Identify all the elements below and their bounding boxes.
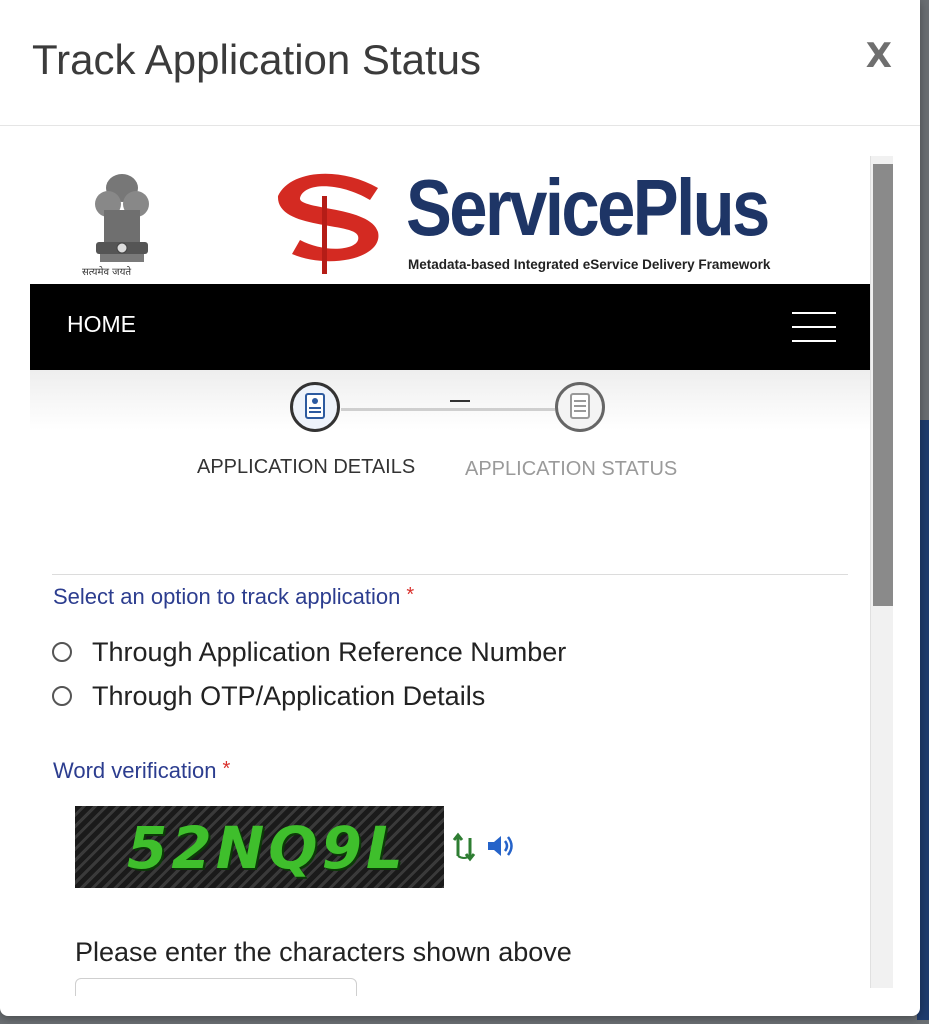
scrollbar-thumb[interactable]: [873, 164, 893, 606]
stepper-dash: [450, 400, 470, 402]
tracking-form: [52, 574, 848, 575]
step-label-application-status: APPLICATION STATUS: [465, 458, 678, 480]
radio-label: Through OTP/Application Details: [92, 680, 486, 711]
captcha-instruction: Please enter the characters shown above: [75, 937, 572, 967]
serviceplus-logo-icon: [277, 173, 379, 274]
site-banner: सत्यमेव जयते ServicePlus Metadata-based …: [30, 156, 870, 284]
radio-button[interactable]: [52, 686, 72, 706]
audio-captcha-icon[interactable]: [486, 832, 516, 860]
scrollbar-track[interactable]: [870, 156, 893, 988]
radio-otp-details[interactable]: Through OTP/Application Details: [52, 680, 485, 712]
main-navbar: HOME: [30, 284, 870, 370]
track-status-modal: Track Application Status X सत्यमेव जयते …: [0, 0, 920, 1016]
radio-reference-number[interactable]: Through Application Reference Number: [52, 636, 566, 668]
national-emblem-icon: [95, 174, 149, 262]
required-marker: *: [222, 758, 231, 780]
brand-name: ServicePlus: [406, 163, 770, 252]
nav-home-link[interactable]: HOME: [67, 311, 136, 338]
emblem-caption: सत्यमेव जयते: [82, 267, 132, 278]
brand-tagline: Metadata-based Integrated eService Deliv…: [408, 257, 771, 272]
captcha-input[interactable]: [75, 978, 357, 996]
required-marker: *: [406, 584, 415, 606]
embedded-page: सत्यमेव जयते ServicePlus Metadata-based …: [30, 156, 870, 996]
close-button[interactable]: X: [866, 36, 892, 76]
stepper-connector: [341, 408, 555, 411]
captcha-text: 52NQ9L: [127, 814, 407, 882]
step-label-application-details: APPLICATION DETAILS: [197, 456, 416, 478]
hamburger-menu-icon[interactable]: [792, 310, 836, 344]
captcha-image: 52NQ9L: [75, 806, 444, 888]
application-details-step-icon: [290, 382, 340, 432]
modal-title: Track Application Status: [32, 36, 481, 83]
progress-stepper: APPLICATION DETAILS APPLICATION STATUS: [30, 370, 870, 580]
modal-header: Track Application Status X: [0, 0, 920, 126]
track-option-label: Select an option to track application *: [53, 584, 415, 609]
application-status-step-icon: [555, 382, 605, 432]
radio-label: Through Application Reference Number: [92, 636, 567, 667]
refresh-captcha-icon[interactable]: [452, 832, 478, 862]
radio-button[interactable]: [52, 642, 72, 662]
word-verification-label: Word verification *: [53, 758, 231, 783]
